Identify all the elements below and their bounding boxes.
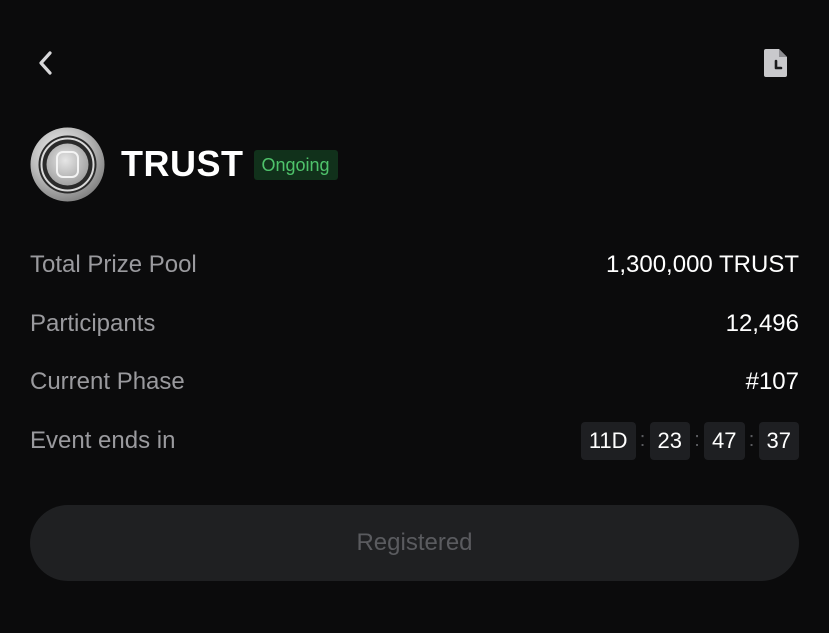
trust-coin-icon	[30, 127, 105, 201]
prize-pool-label: Total Prize Pool	[30, 251, 197, 279]
countdown-days: 11D	[580, 421, 636, 460]
phase-value: #107	[745, 368, 799, 396]
countdown-hours: 23	[649, 421, 691, 460]
top-bar	[0, 0, 829, 120]
prize-pool-row: Total Prize Pool 1,300,000 TRUST	[30, 236, 799, 295]
history-button[interactable]	[757, 44, 795, 82]
back-button[interactable]	[28, 44, 62, 82]
countdown-seconds: 37	[758, 421, 799, 460]
document-clock-icon	[764, 49, 787, 77]
countdown-separator: :	[694, 429, 700, 452]
phase-label: Current Phase	[30, 368, 185, 396]
event-header: TRUST Ongoing	[30, 126, 338, 202]
countdown-separator: :	[748, 429, 755, 452]
countdown-minutes: 47	[704, 421, 745, 460]
chevron-left-icon	[39, 51, 52, 75]
participants-label: Participants	[30, 309, 156, 337]
prize-pool-value: 1,300,000 TRUST	[606, 251, 799, 279]
event-ends-label: Event ends in	[30, 426, 176, 454]
phase-row: Current Phase #107	[30, 353, 799, 412]
event-title: TRUST	[121, 143, 244, 184]
participants-value: 12,496	[725, 309, 799, 337]
countdown-separator: :	[639, 429, 646, 452]
participants-row: Participants 12,496	[30, 295, 799, 354]
event-details: Total Prize Pool 1,300,000 TRUST Partici…	[30, 236, 799, 470]
countdown-timer: 11D : 23 : 47 : 37	[580, 421, 799, 460]
event-ends-row: Event ends in 11D : 23 : 47 : 37	[30, 412, 799, 471]
registered-button[interactable]: Registered	[30, 505, 799, 581]
status-badge: Ongoing	[253, 150, 338, 180]
